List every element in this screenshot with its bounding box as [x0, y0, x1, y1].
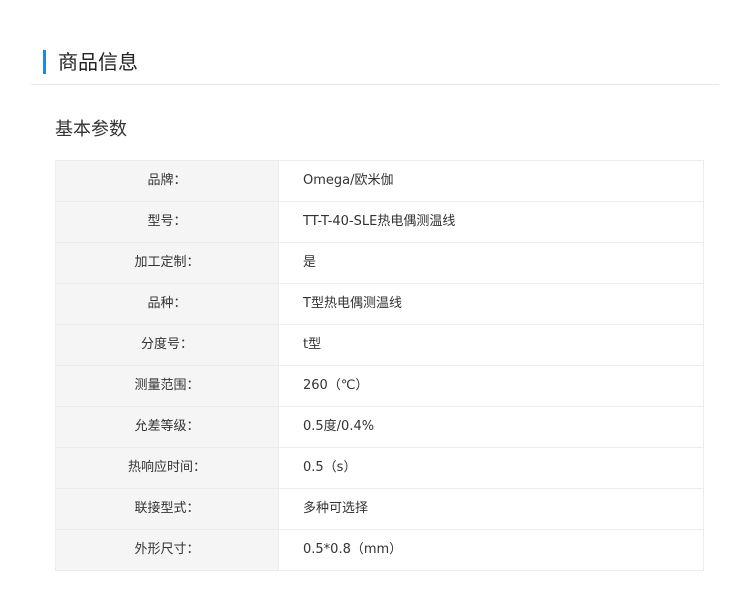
param-value: TT-T-40-SLE热电偶测温线	[278, 201, 704, 243]
param-label: 联接型式：	[55, 488, 279, 530]
table-row: 品种： T型热电偶测温线	[55, 283, 704, 325]
param-label: 允差等级：	[55, 406, 279, 448]
param-label: 品种：	[55, 283, 279, 325]
param-value: 0.5*0.8（mm）	[278, 529, 704, 571]
section-header: 商品信息	[31, 40, 719, 85]
section-accent-bar	[43, 50, 46, 74]
table-row: 热响应时间： 0.5（s）	[55, 447, 704, 489]
param-label: 加工定制：	[55, 242, 279, 284]
params-subtitle: 基本参数	[55, 119, 127, 140]
table-row: 品牌： Omega/欧米伽	[55, 160, 704, 202]
params-table: 品牌： Omega/欧米伽 型号： TT-T-40-SLE热电偶测温线 加工定制…	[55, 160, 704, 571]
table-row: 加工定制： 是	[55, 242, 704, 284]
param-label: 型号：	[55, 201, 279, 243]
table-row: 联接型式： 多种可选择	[55, 488, 704, 530]
table-row: 测量范围： 260（℃）	[55, 365, 704, 407]
param-label: 测量范围：	[55, 365, 279, 407]
section-title: 商品信息	[58, 50, 138, 74]
param-label: 热响应时间：	[55, 447, 279, 489]
param-value: T型热电偶测温线	[278, 283, 704, 325]
param-value: Omega/欧米伽	[278, 160, 704, 202]
table-row: 分度号： t型	[55, 324, 704, 366]
table-row: 外形尺寸： 0.5*0.8（mm）	[55, 529, 704, 571]
param-value: 0.5（s）	[278, 447, 704, 489]
table-row: 允差等级： 0.5度/0.4%	[55, 406, 704, 448]
param-value: 多种可选择	[278, 488, 704, 530]
param-label: 分度号：	[55, 324, 279, 366]
table-row: 型号： TT-T-40-SLE热电偶测温线	[55, 201, 704, 243]
param-label: 品牌：	[55, 160, 279, 202]
param-value: t型	[278, 324, 704, 366]
param-value: 0.5度/0.4%	[278, 406, 704, 448]
param-label: 外形尺寸：	[55, 529, 279, 571]
param-value: 是	[278, 242, 704, 284]
param-value: 260（℃）	[278, 365, 704, 407]
